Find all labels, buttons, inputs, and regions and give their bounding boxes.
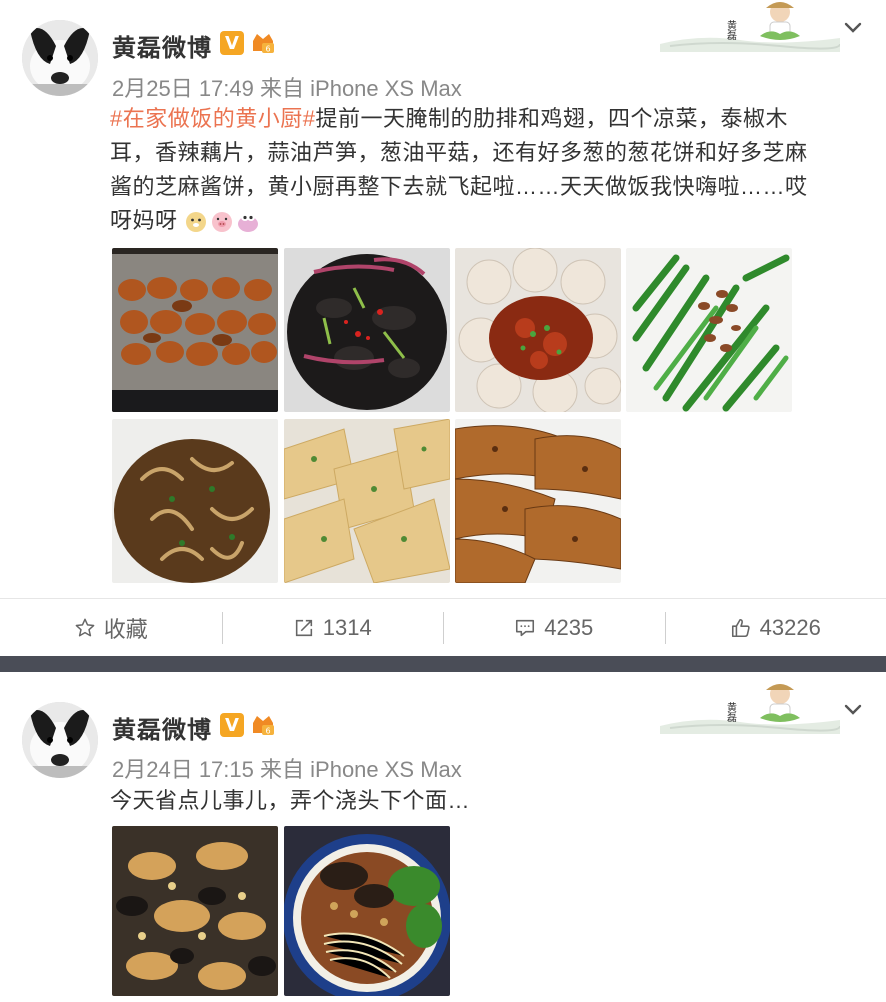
post-source[interactable]: iPhone XS Max bbox=[310, 757, 462, 782]
profile-banner-decoration: 黄磊 bbox=[660, 684, 840, 734]
author-name[interactable]: 黄磊微博 bbox=[112, 710, 212, 745]
source-prefix: 来自 bbox=[260, 76, 305, 101]
comment-button[interactable]: 4235 bbox=[443, 599, 665, 656]
profile-banner-decoration: 黄磊 bbox=[660, 2, 840, 52]
thumbs-up-icon bbox=[731, 618, 750, 637]
post-text-line-3: 酱的芝麻酱饼，黄小厨再整下去就飞起啦……天天做饭我快嗨啦……哎 bbox=[110, 174, 808, 199]
star-icon bbox=[75, 618, 95, 636]
food-photo-ribs-wings[interactable] bbox=[112, 248, 278, 412]
favorite-label: 收藏 bbox=[103, 616, 148, 642]
dog-avatar-image bbox=[22, 20, 98, 96]
food-photo-wood-ear[interactable] bbox=[284, 248, 450, 412]
like-button[interactable]: 43226 bbox=[664, 599, 886, 656]
post-meta: 2月24日 17:15 来自 iPhone XS Max bbox=[112, 752, 462, 784]
hashtag-link[interactable]: #在家做饭的黄小厨# bbox=[110, 106, 315, 131]
post-action-bar: 收藏 1314 4235 43226 bbox=[0, 598, 886, 656]
favorite-button[interactable]: 收藏 bbox=[0, 599, 222, 656]
svg-text:6: 6 bbox=[265, 727, 270, 736]
dog-avatar-image bbox=[22, 702, 98, 778]
verified-v-icon: V bbox=[220, 31, 244, 55]
food-photo-garlic-asparagus[interactable] bbox=[626, 248, 792, 412]
author-avatar[interactable] bbox=[22, 702, 98, 778]
comment-count: 4235 bbox=[544, 614, 594, 640]
food-photo-scallion-pancake[interactable] bbox=[284, 419, 450, 583]
author-avatar[interactable] bbox=[22, 20, 98, 96]
like-count: 43226 bbox=[759, 614, 821, 640]
food-photo-spicy-lotus-root[interactable] bbox=[455, 248, 621, 412]
feed-divider bbox=[0, 656, 886, 672]
post-text: #在家做饭的黄小厨#提前一天腌制的肋排和鸡翅，四个凉菜，泰椒木 耳，香辣藕片，蒜… bbox=[110, 102, 862, 238]
repost-count: 1314 bbox=[322, 614, 372, 640]
banner-name-text: 黄磊 bbox=[725, 19, 737, 41]
chevron-down-icon[interactable] bbox=[841, 16, 865, 40]
post-text-line-2: 耳，香辣藕片，蒜油芦笋，葱油平菇，还有好多葱的葱花饼和好多芝麻 bbox=[110, 140, 808, 165]
author-name[interactable]: 黄磊微博 bbox=[112, 28, 212, 63]
vip-crown-icon: 6 bbox=[253, 716, 274, 736]
weibo-post: 黄磊微博 V 6 2月25日 17:49 来自 iPhone XS Max 黄磊… bbox=[0, 0, 886, 656]
post-text-line-4: 呀妈呀 bbox=[110, 208, 178, 233]
post-time: 2月24日 17:15 bbox=[112, 757, 254, 782]
shy-emoji-icon bbox=[238, 213, 259, 232]
doge-emoji-icon bbox=[186, 212, 207, 232]
post-source[interactable]: iPhone XS Max bbox=[310, 76, 462, 101]
post-text-line-1: 提前一天腌制的肋排和鸡翅，四个凉菜，泰椒木 bbox=[315, 106, 788, 131]
pig-emoji-icon bbox=[212, 212, 233, 232]
vip-crown-icon: 6 bbox=[253, 34, 274, 54]
food-photo-noodle-topping[interactable] bbox=[112, 826, 278, 996]
food-photo-scallion-mushroom[interactable] bbox=[112, 419, 278, 583]
food-photo-sesame-paste-cake[interactable] bbox=[455, 419, 621, 583]
post-time: 2月25日 17:49 bbox=[112, 76, 254, 101]
svg-text:6: 6 bbox=[265, 45, 270, 54]
comment-icon bbox=[516, 619, 535, 636]
post-text: 今天省点儿事儿，弄个浇头下个面… bbox=[110, 788, 471, 813]
source-prefix: 来自 bbox=[260, 757, 305, 782]
verified-v-icon: V bbox=[220, 713, 244, 737]
food-photo-noodles-bowl[interactable] bbox=[284, 826, 450, 996]
repost-button[interactable]: 1314 bbox=[221, 599, 444, 656]
banner-name-text: 黄磊 bbox=[725, 701, 737, 723]
weibo-post: 黄磊微博 V 6 2月24日 17:15 来自 iPhone XS Max 黄磊… bbox=[0, 672, 886, 1002]
repost-icon bbox=[295, 619, 312, 636]
post-meta: 2月25日 17:49 来自 iPhone XS Max bbox=[112, 71, 462, 103]
chevron-down-icon[interactable] bbox=[841, 698, 865, 722]
